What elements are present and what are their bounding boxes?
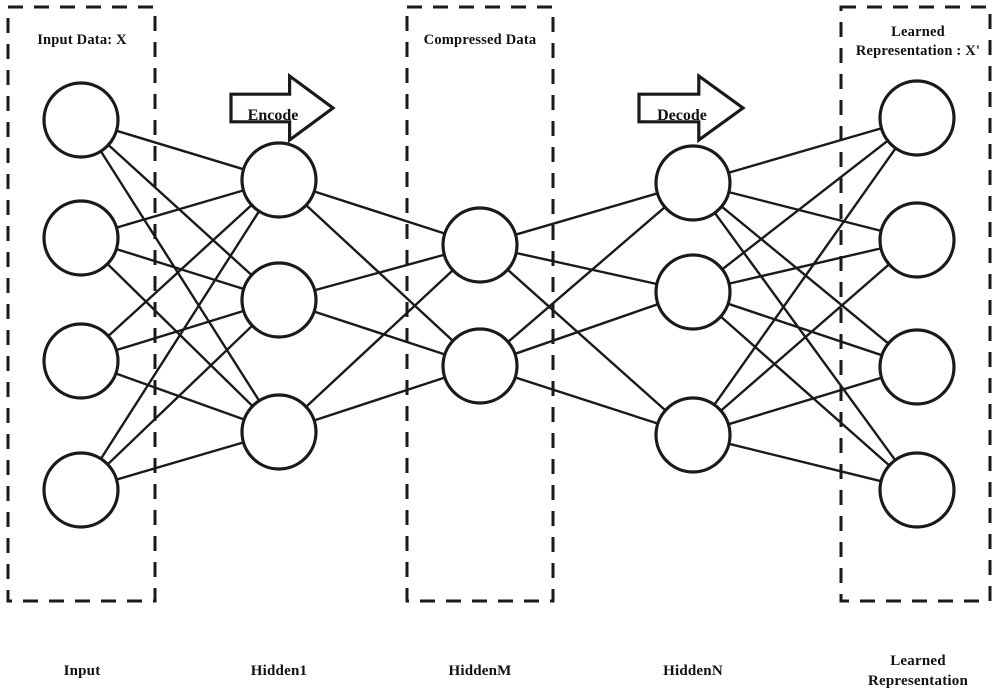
learned-representation-box-label: Learned Representation : X' [856,24,980,59]
connection-edge-hiddenN-0-output-1 [726,190,884,233]
connection-edge-hiddenM-0-hiddenN-2 [505,267,668,413]
connection-edge-hidden1-2-hiddenM-0 [304,268,455,409]
layer-label-input: Input [64,663,101,679]
compressed-data-box-label: Compressed Data [424,32,537,48]
neuron-hidden1-3 [240,393,318,471]
connection-edge-hiddenN-1-output-2 [725,302,885,357]
connection-edge-hiddenM-1-hiddenN-1 [512,302,661,356]
neuron-output-4 [878,451,956,529]
connection-edge-hidden1-1-hiddenM-0 [312,253,447,292]
neuron-input-1 [42,81,120,159]
layer-label-output: Learned Representation [868,653,968,689]
connection-edge-hiddenM-0-hiddenN-0 [513,191,660,237]
connection-edge-hiddenN-2-output-3 [726,442,884,483]
connection-edge-input-2-hidden1-1 [114,309,246,352]
connection-edge-input-3-hidden1-2 [114,440,246,482]
connection-edge-hidden1-2-hiddenM-1 [312,376,447,422]
neuron-hiddenN-2 [654,253,732,331]
connection-edge-hiddenM-1-hiddenN-0 [506,205,667,344]
neuron-output-1 [878,79,956,157]
neuron-hiddenM-2 [441,327,519,405]
neuron-input-3 [42,322,120,400]
decode-arrow-label: Decode [657,107,707,124]
connection-edge-hidden1-0-hiddenM-0 [312,189,447,236]
neuron-output-3 [878,328,956,406]
layer-label-hiddenN: HiddenN [663,663,723,679]
encode-arrow-label: Encode [248,107,299,124]
compressed-data-box [405,5,555,603]
autoencoder-diagram: Encode Decode Input Data: X Compressed Dat… [6,5,992,689]
neuron-hiddenN-1 [654,144,732,222]
connection-edge-hiddenN-2-output-0 [712,146,898,407]
neuron-hidden1-1 [240,141,318,219]
connection-edge-input-0-hidden1-2 [99,149,261,403]
connection-edge-input-1-hidden1-0 [114,188,246,230]
connection-edge-hidden1-1-hiddenM-1 [312,310,447,356]
connection-edge-input-3-hidden1-0 [99,209,261,461]
neuron-hiddenN-3 [654,396,732,474]
layer-label-hiddenM: HiddenM [448,663,511,679]
connection-edge-hiddenN-0-output-0 [726,126,884,175]
connection-edges [99,126,898,483]
flow-arrows: Encode Decode [229,72,746,144]
neuron-hidden1-2 [240,261,318,339]
neuron-output-2 [878,201,956,279]
input-data-box-label: Input Data: X [37,32,127,48]
connection-edge-input-0-hidden1-0 [114,129,246,171]
neuron-input-2 [42,199,120,277]
neuron-input-4 [42,451,120,529]
connection-edge-hiddenM-0-hiddenN-1 [513,251,660,286]
layer-label-hidden1: Hidden1 [251,663,307,679]
connection-edge-hiddenN-1-output-0 [720,138,890,272]
neuron-hiddenM-1 [441,206,519,284]
diagram-canvas: Encode Decode Input Data: X Compressed Dat… [0,0,1000,696]
